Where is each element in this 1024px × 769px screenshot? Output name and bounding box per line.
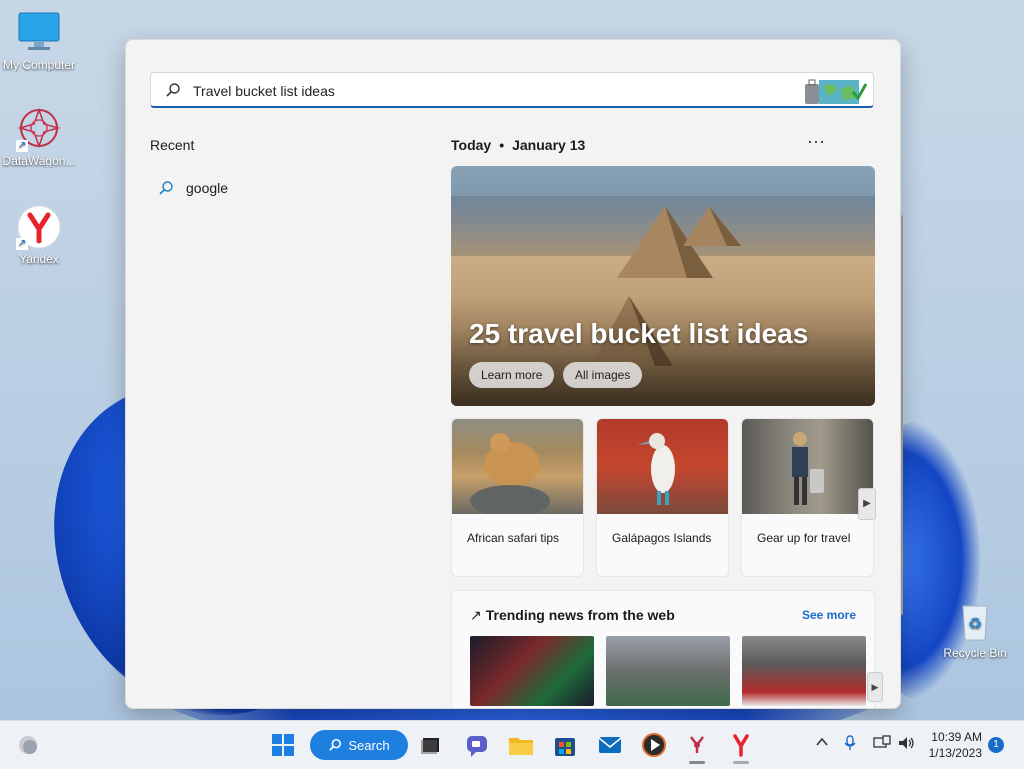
booby-bird-image bbox=[597, 419, 728, 514]
trending-title: ↗ Trending news from the web bbox=[470, 607, 675, 624]
search-box[interactable] bbox=[150, 72, 874, 108]
trending-title-text: Trending news from the web bbox=[485, 607, 675, 623]
yandex-icon: ↗ bbox=[16, 204, 62, 250]
search-icon bbox=[159, 181, 173, 195]
desktop-icon-label: DataWagon... bbox=[2, 154, 76, 168]
shortcut-arrow-icon: ↗ bbox=[16, 140, 28, 152]
notification-badge[interactable]: 1 bbox=[988, 737, 1004, 753]
shortcut-arrow-icon: ↗ bbox=[16, 238, 28, 250]
all-images-button[interactable]: All images bbox=[563, 362, 643, 388]
recent-heading: Recent bbox=[150, 137, 195, 153]
microphone-icon[interactable] bbox=[843, 735, 857, 754]
svg-text:♻: ♻ bbox=[968, 614, 982, 633]
learn-more-button[interactable]: Learn more bbox=[469, 362, 555, 388]
date-label: January 13 bbox=[512, 137, 586, 153]
trending-section: ↗ Trending news from the web See more bbox=[451, 590, 875, 708]
mail-icon[interactable] bbox=[594, 729, 626, 761]
teams-chat-icon[interactable] bbox=[461, 729, 493, 761]
card-gear-up[interactable]: Gear up for travel bbox=[741, 418, 874, 577]
datawagon-icon: ↗ bbox=[16, 106, 62, 152]
desktop-icon-datawagon[interactable]: ↗ DataWagon... bbox=[0, 106, 79, 168]
today-label: Today bbox=[451, 137, 492, 153]
taskbar-search-button[interactable]: Search bbox=[310, 730, 408, 760]
search-button-label: Search bbox=[348, 737, 390, 753]
recent-item[interactable]: google bbox=[158, 174, 228, 202]
trending-image-crowd[interactable] bbox=[606, 636, 730, 706]
today-header: Today • January 13 bbox=[451, 137, 585, 153]
traveler-image bbox=[742, 419, 873, 514]
system-clock[interactable]: 10:39 AM 1/13/2023 bbox=[920, 729, 982, 761]
separator-dot: • bbox=[499, 137, 505, 153]
card-african-safari[interactable]: African safari tips bbox=[451, 418, 584, 577]
microsoft-store-icon[interactable] bbox=[549, 729, 581, 761]
trending-up-icon: ↗ bbox=[470, 607, 482, 623]
start-button-icon[interactable] bbox=[267, 729, 299, 761]
desktop-icon-label: Recycle Bin bbox=[943, 646, 1007, 660]
card-caption: Galápagos Islands bbox=[612, 531, 712, 545]
file-explorer-icon[interactable] bbox=[505, 729, 537, 761]
search-input[interactable] bbox=[191, 79, 795, 103]
clock-time: 10:39 AM bbox=[931, 730, 982, 744]
search-icon bbox=[329, 738, 342, 751]
volume-icon[interactable] bbox=[898, 735, 916, 754]
more-options-button[interactable]: ··· bbox=[804, 132, 828, 156]
desktop-icon-yandex[interactable]: ↗ Yandex bbox=[0, 204, 79, 266]
hero-shade bbox=[451, 296, 875, 406]
desktop-icon-label: Yandex bbox=[19, 252, 59, 266]
running-indicator bbox=[733, 761, 749, 764]
lion-cub-image bbox=[452, 419, 583, 517]
desktop-icon-label: My Computer bbox=[2, 58, 76, 72]
clock-date: 1/13/2023 bbox=[928, 746, 982, 760]
running-indicator bbox=[689, 761, 705, 764]
taskbar: Search 10:39 AM 1/13/2023 1 bbox=[0, 720, 1024, 769]
desktop-icon-my-computer[interactable]: My Computer bbox=[0, 10, 79, 72]
card-caption: Gear up for travel bbox=[757, 531, 851, 545]
weather-widget-icon[interactable] bbox=[12, 729, 44, 761]
recent-item-label: google bbox=[186, 180, 229, 196]
search-panel: Recent google Today • January 13 ··· 25 tr… bbox=[125, 39, 901, 709]
task-view-icon[interactable] bbox=[415, 729, 447, 761]
travel-illustration-icon bbox=[805, 79, 867, 104]
datawagon-taskbar-icon[interactable] bbox=[681, 729, 713, 761]
recycle-bin-icon: ♻ bbox=[952, 598, 998, 644]
card-caption: African safari tips bbox=[467, 531, 560, 545]
trending-image-person[interactable] bbox=[742, 636, 866, 706]
chevron-up-icon[interactable] bbox=[815, 735, 829, 752]
hero-title[interactable]: 25 travel bucket list ideas bbox=[469, 318, 808, 350]
media-player-icon[interactable] bbox=[638, 729, 670, 761]
hero-card[interactable]: 25 travel bucket list ideas Learn more A… bbox=[451, 166, 875, 406]
monitor-icon bbox=[16, 10, 62, 56]
trending-image-crypto[interactable] bbox=[470, 636, 594, 706]
desktop-icon-recycle-bin[interactable]: ♻ Recycle Bin bbox=[935, 598, 1015, 660]
card-galapagos[interactable]: Galápagos Islands bbox=[596, 418, 729, 577]
yandex-browser-icon[interactable] bbox=[725, 729, 757, 761]
see-more-link[interactable]: See more bbox=[802, 608, 856, 622]
network-icon[interactable] bbox=[873, 735, 891, 754]
search-icon bbox=[166, 83, 180, 97]
cards-next-arrow[interactable]: ▶ bbox=[858, 488, 876, 520]
trending-next-arrow[interactable]: ▶ bbox=[867, 672, 883, 702]
